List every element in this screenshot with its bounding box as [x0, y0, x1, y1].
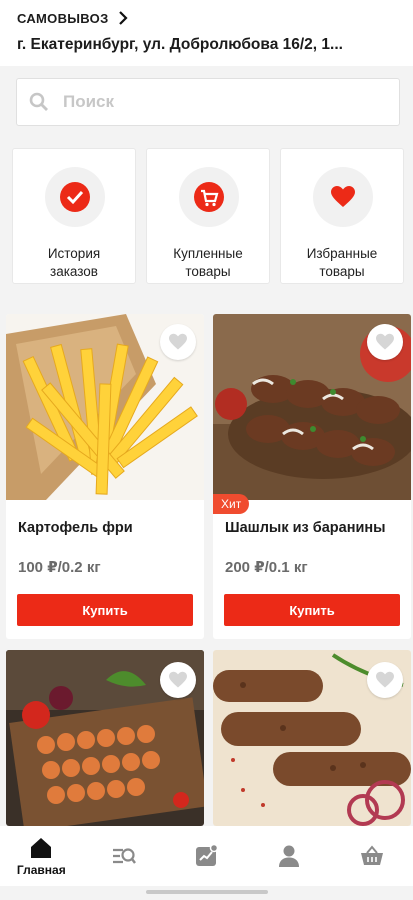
- promo-chart-icon: [196, 844, 219, 866]
- tab-promotions[interactable]: [165, 826, 248, 886]
- buy-button[interactable]: Купить: [224, 594, 400, 626]
- order-history-icon-circle: [45, 167, 105, 227]
- heart-icon: [331, 186, 355, 207]
- pickup-address[interactable]: г. Екатеринбург, ул. Добролюбова 16/2, 1…: [17, 36, 343, 54]
- tab-home-label: Главная: [16, 862, 66, 877]
- delivery-header[interactable]: САМОВЫВОЗ г. Екатеринбург, ул. Добролюбо…: [0, 0, 413, 66]
- product-price: 200 ₽/0.1 кг: [225, 559, 308, 576]
- bottom-tab-bar: Главная: [0, 826, 413, 886]
- favorites-icon-circle: [313, 167, 373, 227]
- favorites-label: Избранные товары: [306, 246, 378, 279]
- pickup-mode-row[interactable]: САМОВЫВОЗ: [17, 10, 129, 26]
- tab-basket[interactable]: [330, 826, 413, 886]
- home-icon: [31, 837, 52, 858]
- basket-icon: [360, 845, 383, 865]
- product-price: 100 ₽/0.2 кг: [18, 559, 101, 576]
- favorites-button[interactable]: Избранные товары: [280, 148, 404, 284]
- product-card[interactable]: [6, 650, 204, 826]
- favorite-toggle[interactable]: [367, 662, 403, 698]
- chevron-right-icon: [118, 11, 128, 25]
- favorite-toggle[interactable]: [160, 324, 196, 360]
- heart-outline-icon: [376, 671, 394, 688]
- purchased-items-label: Купленные товары: [173, 246, 243, 279]
- search-bar[interactable]: [16, 78, 400, 126]
- gesture-home-indicator: [146, 890, 268, 894]
- product-title: Картофель фри: [18, 520, 133, 536]
- profile-icon: [279, 845, 300, 867]
- purchased-items-button[interactable]: Купленные товары: [146, 148, 270, 284]
- heart-outline-icon: [376, 333, 394, 350]
- order-history-label: История заказов: [47, 246, 101, 279]
- product-card[interactable]: Картофель фри 100 ₽/0.2 кг Купить: [6, 314, 204, 639]
- search-input[interactable]: [63, 92, 363, 112]
- product-card[interactable]: Хит Шашлык из баранины 200 ₽/0.1 кг Купи…: [213, 314, 411, 639]
- purchased-items-icon-circle: [179, 167, 239, 227]
- pickup-label: САМОВЫВОЗ: [17, 10, 109, 26]
- search-icon: [29, 92, 48, 111]
- order-history-button[interactable]: История заказов: [12, 148, 136, 284]
- heart-outline-icon: [169, 671, 187, 688]
- buy-button[interactable]: Купить: [17, 594, 193, 626]
- favorite-toggle[interactable]: [367, 324, 403, 360]
- heart-outline-icon: [169, 333, 187, 350]
- favorite-toggle[interactable]: [160, 662, 196, 698]
- hit-badge: Хит: [213, 494, 250, 514]
- cart-check-icon: [194, 182, 224, 212]
- tab-catalog[interactable]: [83, 826, 166, 886]
- tab-home[interactable]: Главная: [0, 826, 83, 886]
- product-title: Шашлык из баранины: [225, 520, 386, 536]
- tab-profile[interactable]: [248, 826, 331, 886]
- check-circle-icon: [60, 182, 90, 212]
- catalog-search-icon: [112, 848, 136, 864]
- product-card[interactable]: [213, 650, 411, 826]
